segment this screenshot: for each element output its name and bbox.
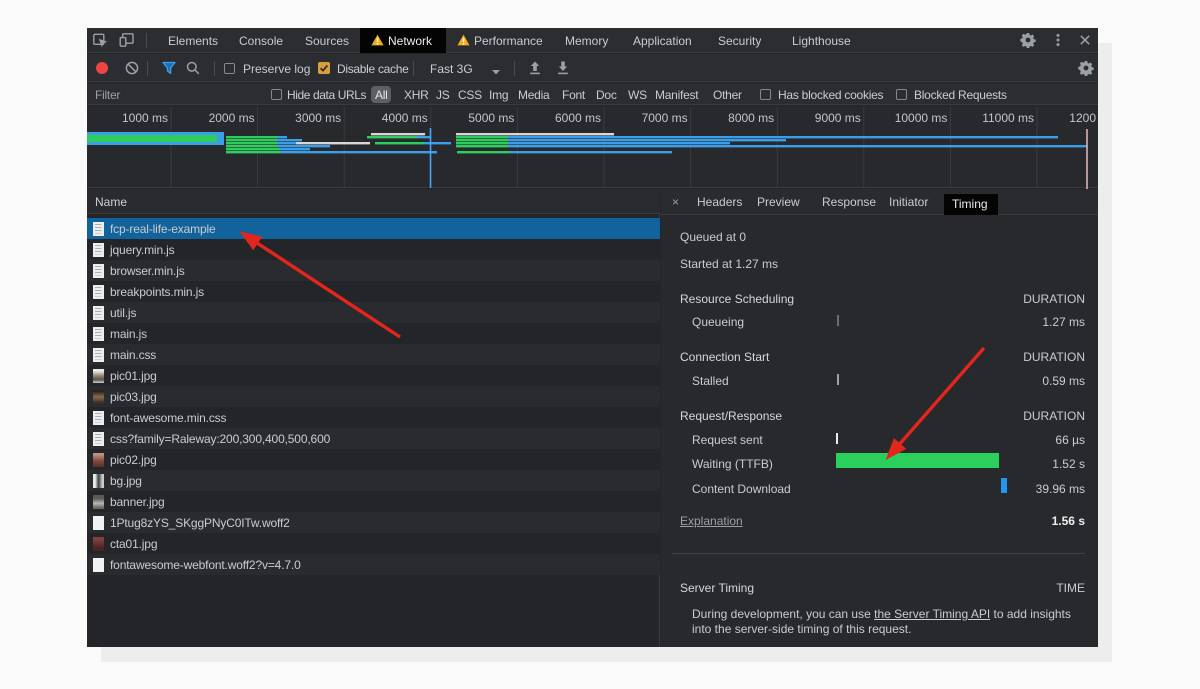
svg-text:11000 ms: 11000 ms xyxy=(982,111,1034,125)
svg-text:8000 ms: 8000 ms xyxy=(728,111,774,125)
svg-text:1000 ms: 1000 ms xyxy=(122,111,168,125)
svg-text:7000 ms: 7000 ms xyxy=(642,111,688,125)
svg-text:4000 ms: 4000 ms xyxy=(382,111,428,125)
svg-text:3000 ms: 3000 ms xyxy=(295,111,341,125)
svg-text:1200: 1200 xyxy=(1069,111,1096,125)
svg-text:10000 ms: 10000 ms xyxy=(895,111,948,125)
svg-text:9000 ms: 9000 ms xyxy=(815,111,861,125)
svg-text:2000 ms: 2000 ms xyxy=(209,111,255,125)
svg-text:6000 ms: 6000 ms xyxy=(555,111,601,125)
svg-text:5000 ms: 5000 ms xyxy=(468,111,514,125)
